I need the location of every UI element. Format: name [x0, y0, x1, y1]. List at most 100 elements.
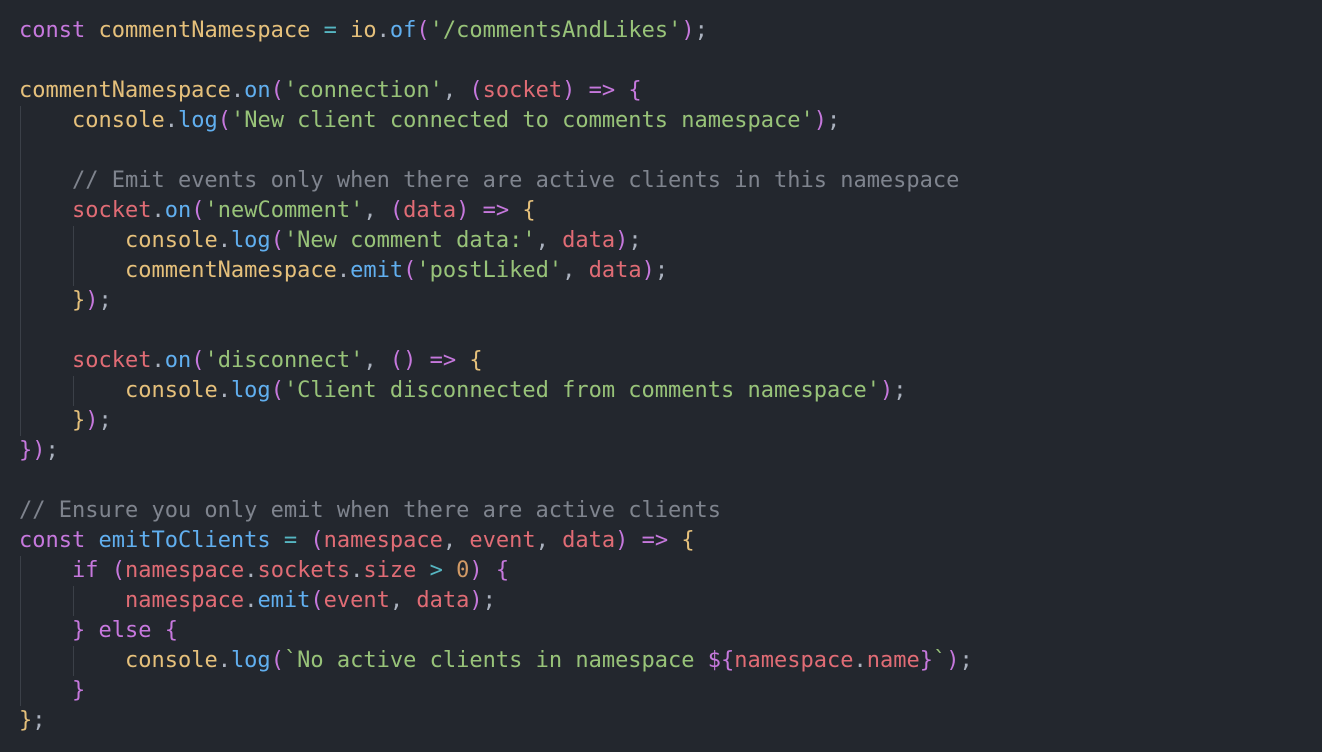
code-line[interactable]	[19, 136, 1322, 166]
code-token: }	[919, 648, 933, 673]
code-token: const	[19, 18, 86, 43]
code-token: (	[310, 588, 324, 613]
code-line[interactable]: // Emit events only when there are activ…	[19, 166, 1322, 196]
code-token: ;	[694, 18, 708, 43]
code-token: )	[32, 438, 46, 463]
code-token: data	[403, 198, 457, 223]
code-token: ;	[98, 408, 112, 433]
code-line[interactable]: console.log('Client disconnected from co…	[19, 376, 1322, 406]
code-token: 0	[456, 558, 470, 583]
code-line[interactable]: };	[19, 706, 1322, 736]
indent-guide	[20, 376, 21, 406]
code-token: data	[588, 258, 642, 283]
code-token: .	[230, 78, 245, 103]
code-line[interactable]: commentNamespace.on('connection', (socke…	[19, 76, 1322, 106]
code-line[interactable]: commentNamespace.emit('postLiked', data)…	[19, 256, 1322, 286]
code-token: {	[495, 558, 510, 583]
code-token: (	[389, 198, 404, 223]
code-token: )	[879, 378, 894, 403]
code-token: {	[164, 618, 178, 643]
indent-guide	[20, 256, 21, 286]
code-line[interactable]	[19, 466, 1322, 496]
code-token: data	[562, 528, 616, 553]
code-line[interactable]: // Ensure you only emit when there are a…	[19, 496, 1322, 526]
code-token: else	[98, 618, 152, 643]
code-token: )	[469, 558, 483, 583]
code-line[interactable]: socket.on('newComment', (data) => {	[19, 196, 1322, 226]
code-token: )	[562, 78, 576, 103]
code-token: .	[244, 558, 258, 583]
code-line[interactable]: socket.on('disconnect', () => {	[19, 346, 1322, 376]
code-token: .	[853, 648, 867, 673]
indent-guide	[20, 136, 21, 166]
code-token: }	[71, 618, 86, 643]
code-line[interactable]: }	[19, 676, 1322, 706]
code-token: ()	[389, 348, 417, 373]
code-token: )	[641, 258, 655, 283]
code-token: }	[71, 678, 86, 703]
code-line[interactable]: } else {	[19, 616, 1322, 646]
code-token: )	[946, 648, 960, 673]
code-token: (	[469, 78, 483, 103]
code-line[interactable]	[19, 316, 1322, 346]
code-token: console	[124, 228, 218, 253]
code-token: 'New comment data:'	[283, 228, 536, 253]
code-line[interactable]: console.log('New comment data:', data);	[19, 226, 1322, 256]
code-token: {	[681, 528, 695, 553]
code-token: 'New client connected to comments namesp…	[230, 108, 814, 133]
code-token: (	[191, 198, 205, 223]
code-token: )	[681, 18, 695, 43]
code-line[interactable]: });	[19, 286, 1322, 316]
code-line[interactable]: });	[19, 436, 1322, 466]
code-line[interactable]: });	[19, 406, 1322, 436]
code-token: =	[323, 18, 337, 43]
code-editor[interactable]: const commentNamespace = io.of('/comment…	[0, 0, 1322, 752]
code-token: ,	[562, 258, 589, 283]
code-token: data	[562, 228, 616, 253]
code-token: on	[164, 348, 192, 373]
code-token: socket	[71, 198, 152, 223]
code-line[interactable]: const commentNamespace = io.of('/comment…	[19, 16, 1322, 46]
code-token: on	[244, 78, 271, 103]
code-token: ;	[827, 108, 841, 133]
code-token: ;	[482, 588, 496, 613]
indent-guide	[20, 586, 21, 616]
code-token: sockets	[257, 558, 351, 583]
code-token: .	[151, 198, 165, 223]
code-token: `No active clients in namespace	[283, 648, 708, 673]
code-token: data	[416, 588, 470, 613]
code-line[interactable]: const emitToClients = (namespace, event,…	[19, 526, 1322, 556]
code-line[interactable]	[19, 46, 1322, 76]
code-line[interactable]: namespace.emit(event, data);	[19, 586, 1322, 616]
code-line[interactable]: console.log(`No active clients in namesp…	[19, 646, 1322, 676]
code-token: {	[628, 78, 642, 103]
code-token: 'newComment'	[204, 198, 364, 223]
code-token: =>	[482, 198, 510, 223]
code-token: console	[124, 378, 218, 403]
indent-guide	[20, 196, 21, 226]
code-token: }	[19, 438, 33, 463]
code-token: event	[323, 588, 390, 613]
code-token: ;	[893, 378, 907, 403]
code-token: .	[217, 228, 231, 253]
code-token: ,	[363, 198, 390, 223]
code-line[interactable]: console.log('New client connected to com…	[19, 106, 1322, 136]
code-token: name	[866, 648, 920, 673]
code-token: socket	[71, 348, 152, 373]
code-token: (	[416, 18, 430, 43]
code-line[interactable]: if (namespace.sockets.size > 0) {	[19, 556, 1322, 586]
